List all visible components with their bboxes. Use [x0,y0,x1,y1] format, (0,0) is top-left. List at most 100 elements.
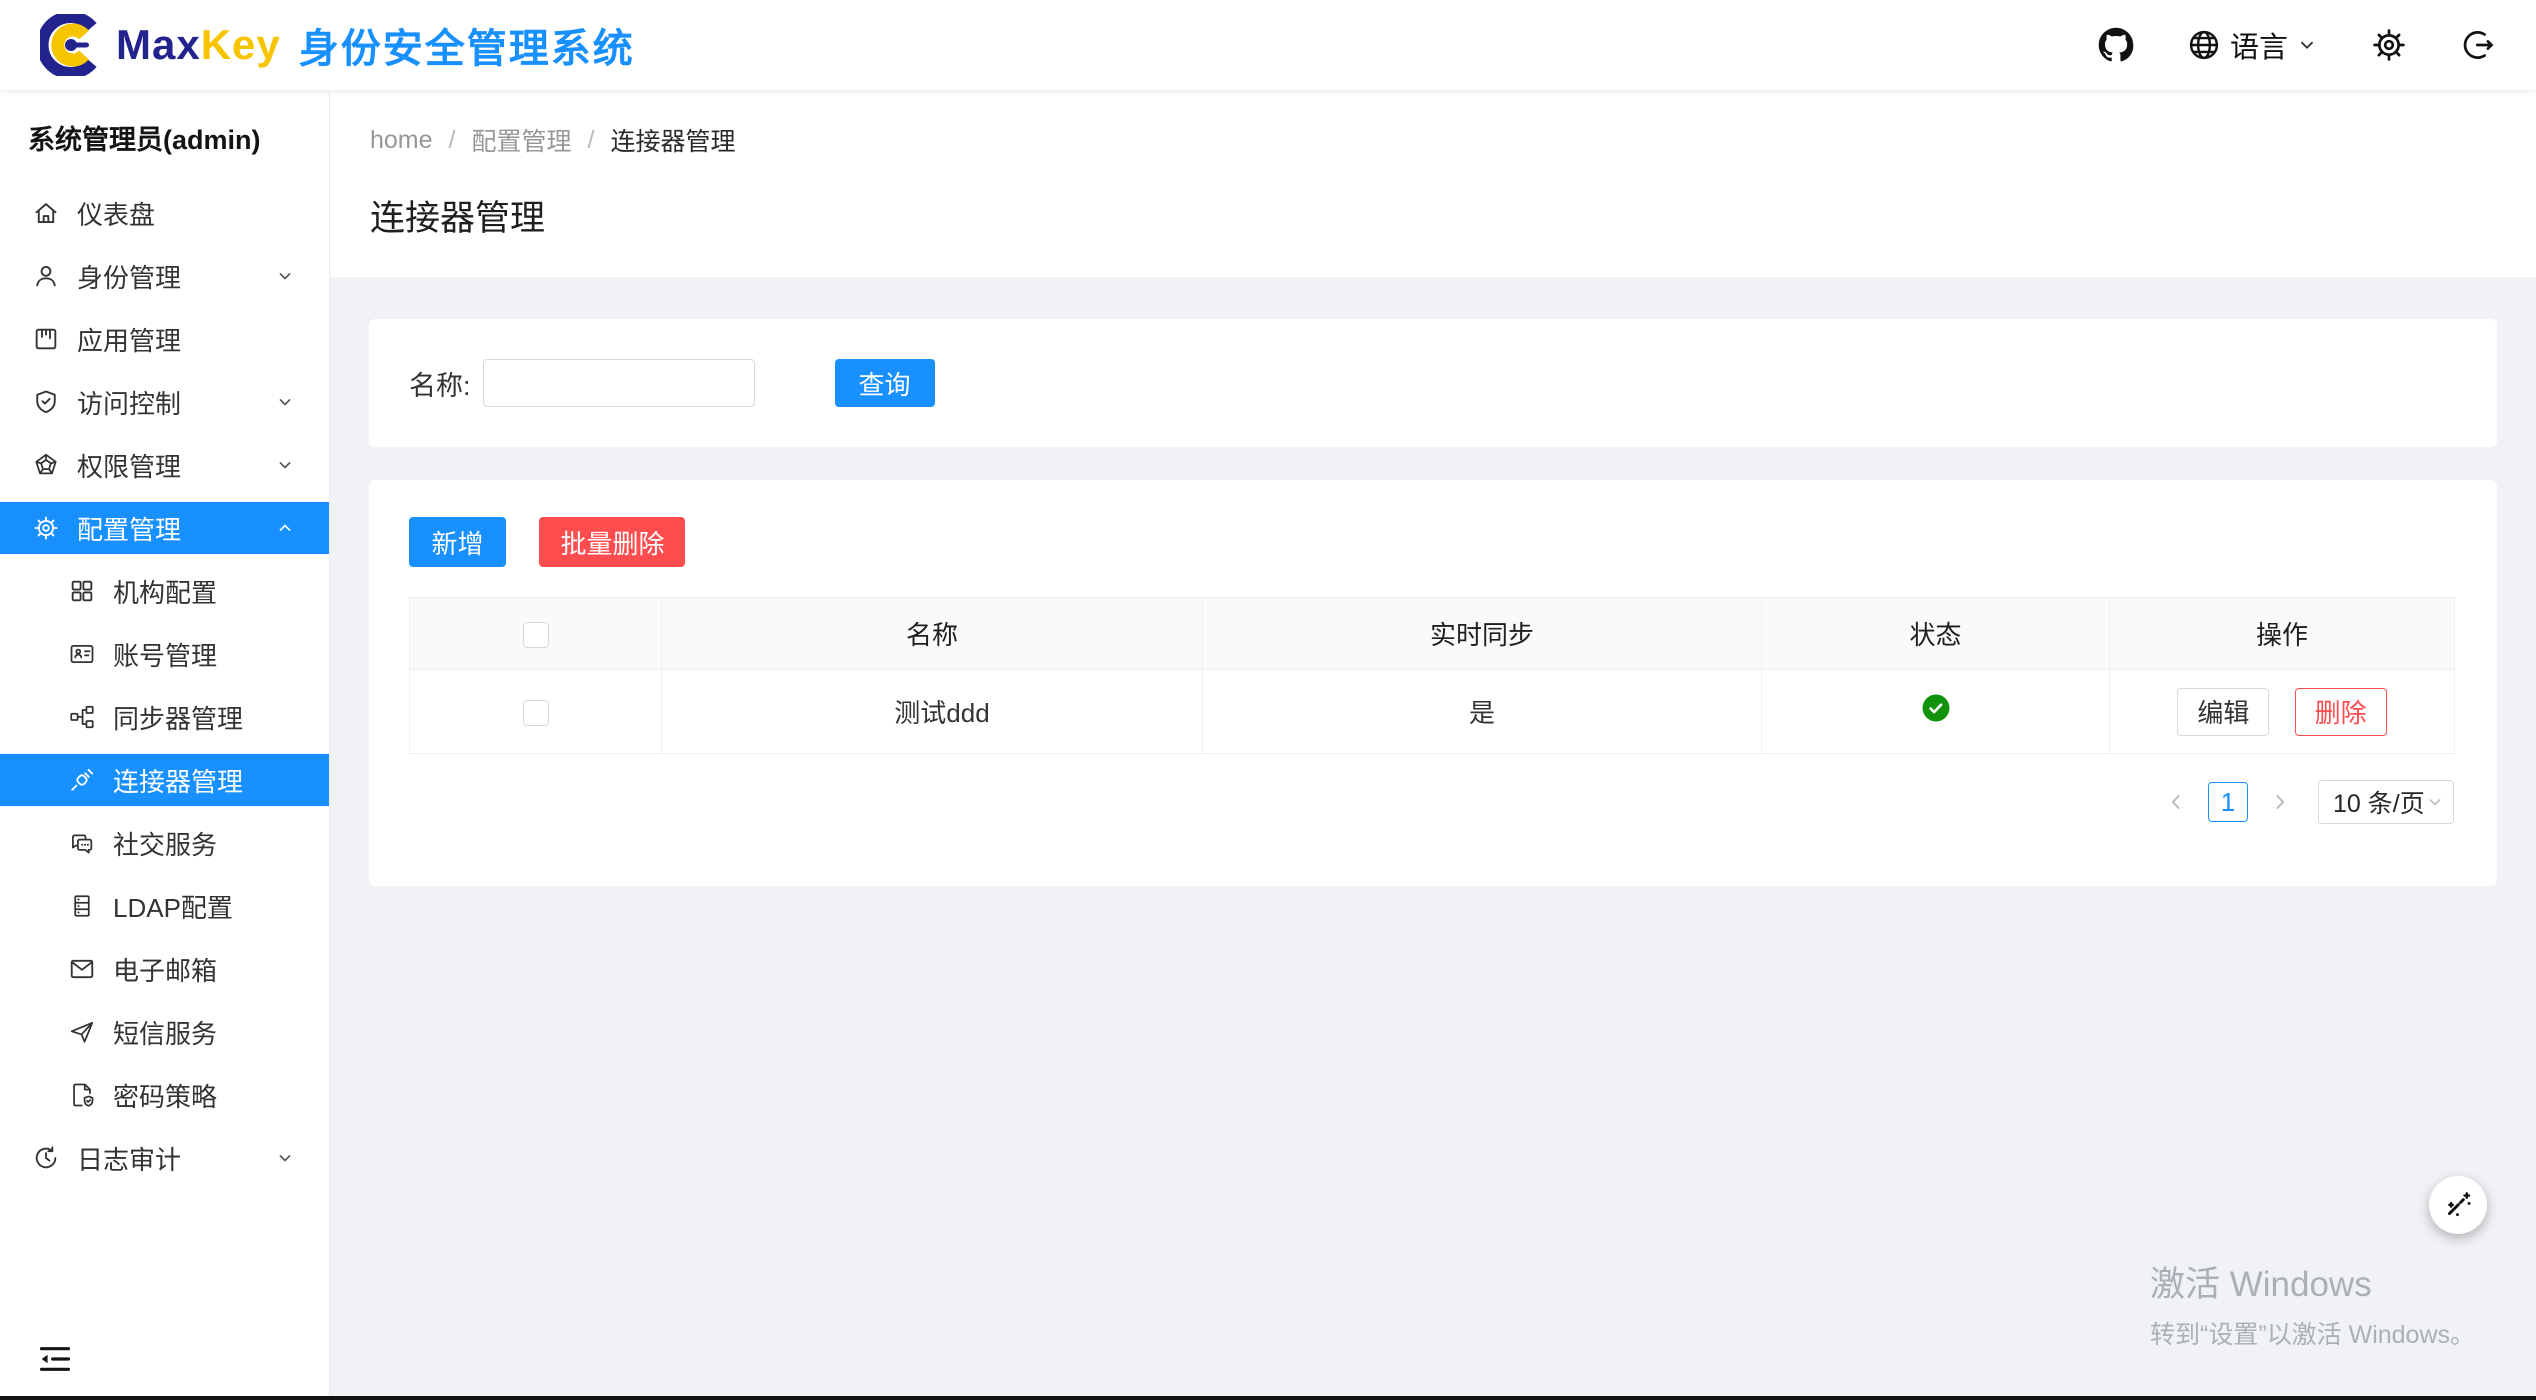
connectors-table: 名称 实时同步 状态 操作 测试ddd 是 [409,597,2455,754]
brand-logo-link[interactable]: MaxKey 身份安全管理系统 [40,14,635,76]
logout-icon [2460,27,2496,63]
sidebar-item-email[interactable]: 电子邮箱 [0,943,329,995]
status-enabled-badge [1920,692,1952,724]
sidebar-item-label: 日志审计 [77,1140,181,1177]
brand-name: MaxKey [116,21,281,69]
github-icon [2098,27,2134,63]
sidebar-item-applications[interactable]: 应用管理 [0,313,329,365]
sidebar-item-connectors[interactable]: 连接器管理 [0,754,329,806]
column-header-realtime-sync: 实时同步 [1203,598,1762,670]
watermark-line2: 转到“设置”以激活 Windows。 [2150,1315,2475,1351]
header-actions: 语言 [2098,24,2496,66]
appstore-icon [68,577,96,605]
sidebar-item-org-config[interactable]: 机构配置 [0,565,329,617]
chevron-right-icon [2268,790,2292,814]
sidebar-item-label: 同步器管理 [113,699,243,736]
chevron-up-icon [275,518,295,538]
name-field-label: 名称: [409,364,471,403]
chevron-left-icon [2164,790,2188,814]
magic-wand-fab-button[interactable] [2429,1176,2487,1234]
table-header-row: 名称 实时同步 状态 操作 [410,598,2455,670]
project-icon [32,325,60,353]
sidebar-item-social-services[interactable]: 社交服务 [0,817,329,869]
settings-button[interactable] [2370,26,2408,64]
sidebar-item-audit-log[interactable]: 日志审计 [0,1132,329,1184]
sidebar-item-access-control[interactable]: 访问控制 [0,376,329,428]
home-icon [32,199,60,227]
gear-icon [2370,26,2408,64]
sidebar-item-password-policy[interactable]: 密码策略 [0,1069,329,1121]
column-header-status: 状态 [1762,598,2110,670]
prev-page-button[interactable] [2164,790,2188,814]
sidebar-item-synchronizer[interactable]: 同步器管理 [0,691,329,743]
sidebar-item-label: 连接器管理 [113,762,243,799]
page-title: 连接器管理 [370,190,2496,241]
sidebar-item-ldap-config[interactable]: LDAP配置 [0,880,329,932]
edit-button[interactable]: 编辑 [2177,688,2269,736]
row-checkbox[interactable] [523,700,549,726]
row-name-cell: 测试ddd [662,670,1203,754]
sidebar-item-identity[interactable]: 身份管理 [0,250,329,302]
globe-icon [2186,27,2222,63]
shield-check-icon [32,388,60,416]
page-size-select[interactable]: 10 条/页 [2318,780,2454,824]
batch-delete-button[interactable]: 批量删除 [539,517,685,567]
breadcrumb: home / 配置管理 / 连接器管理 [370,122,2496,158]
row-actions-cell: 编辑 删除 [2110,670,2455,754]
watermark-line1: 激活 Windows [2150,1256,2475,1307]
chevron-down-icon [2425,792,2445,812]
sidebar-item-permissions[interactable]: 权限管理 [0,439,329,491]
pagination: 1 10 条/页 [409,780,2454,824]
sidebar-item-label: 应用管理 [77,321,181,358]
table-panel: 新增 批量删除 名称 实时同步 状态 操作 [369,480,2497,886]
sidebar-item-label: 机构配置 [113,573,217,610]
sidebar-item-account-mgmt[interactable]: 账号管理 [0,628,329,680]
history-icon [32,1144,60,1172]
sidebar-item-label: 电子邮箱 [113,951,217,988]
column-header-actions: 操作 [2110,598,2455,670]
name-search-input[interactable] [483,359,755,407]
mail-icon [68,955,96,983]
screen-bottom-edge [0,1396,2536,1400]
sidebar-item-label: LDAP配置 [113,888,233,925]
page-size-value: 10 条/页 [2333,784,2425,820]
language-selector[interactable]: 语言 [2186,24,2318,66]
language-label: 语言 [2230,24,2288,66]
maxkey-admin-screen: MaxKey 身份安全管理系统 语言 [0,0,2536,1400]
message-icon [68,829,96,857]
sidebar-item-label: 密码策略 [113,1077,217,1114]
send-icon [68,1018,96,1046]
select-all-checkbox[interactable] [523,622,549,648]
sidebar-collapse-button[interactable] [36,1340,74,1378]
delete-button[interactable]: 删除 [2295,688,2387,736]
menu-fold-icon [36,1340,74,1378]
check-circle-icon [1920,692,1952,724]
next-page-button[interactable] [2268,790,2292,814]
sidebar-user-label: 系统管理员(admin) [0,90,329,187]
page-number-button[interactable]: 1 [2208,782,2248,822]
sidebar-item-label: 访问控制 [77,384,181,421]
breadcrumb-separator: / [588,126,595,155]
breadcrumb-section[interactable]: 配置管理 [472,122,572,158]
chevron-down-icon [2296,34,2318,56]
github-button[interactable] [2098,27,2134,63]
row-status-cell [1762,670,2110,754]
logout-button[interactable] [2460,27,2496,63]
maxkey-logo-icon [40,14,102,76]
sidebar-item-label: 仪表盘 [77,195,155,232]
sidebar-item-dashboard[interactable]: 仪表盘 [0,187,329,239]
sidebar-item-label: 短信服务 [113,1014,217,1051]
content: 名称: 查询 新增 批量删除 名称 实时同步 状态 操作 [330,277,2536,886]
query-button[interactable]: 查询 [835,359,935,407]
sidebar-item-label: 权限管理 [77,447,181,484]
table-row: 测试ddd 是 编辑 [410,670,2455,754]
breadcrumb-separator: / [449,126,456,155]
user-icon [32,262,60,290]
breadcrumb-home[interactable]: home [370,126,433,155]
row-realtime-sync-cell: 是 [1203,670,1762,754]
column-header-name: 名称 [662,598,1203,670]
sidebar-item-label: 账号管理 [113,636,217,673]
sidebar-item-configuration[interactable]: 配置管理 [0,502,329,554]
add-button[interactable]: 新增 [409,517,506,567]
sidebar-item-sms[interactable]: 短信服务 [0,1006,329,1058]
